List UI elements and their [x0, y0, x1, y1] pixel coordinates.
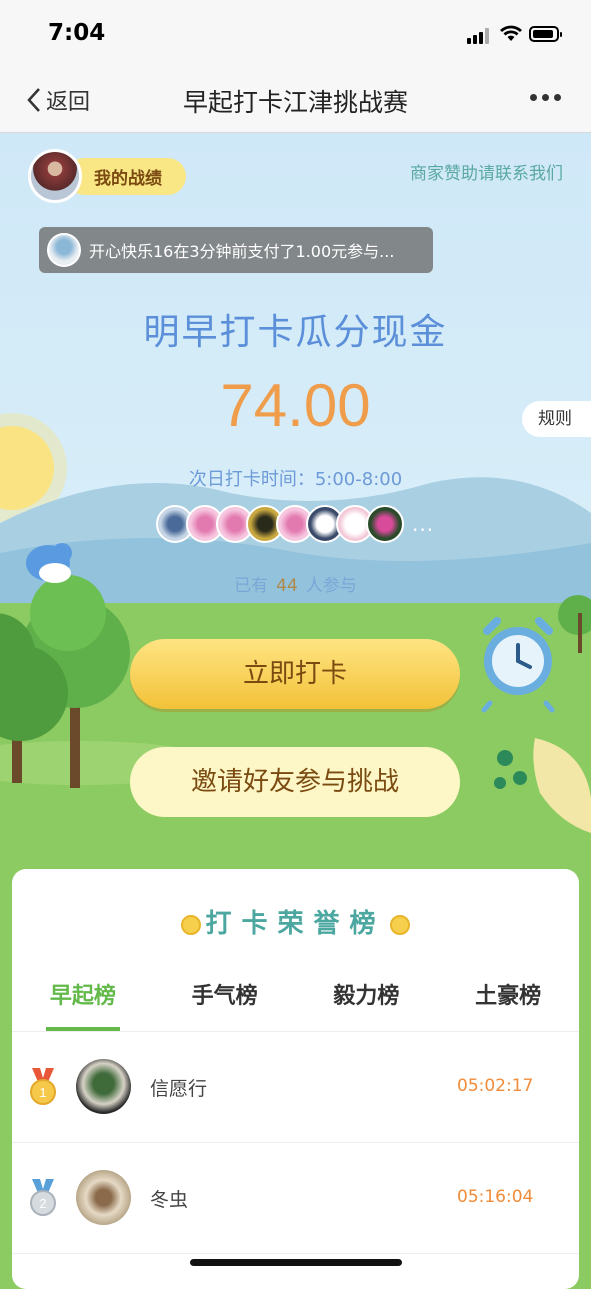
silver-medal-icon: 2 [30, 1179, 56, 1216]
medal-icon [389, 914, 410, 935]
joined-count: 44 [276, 576, 298, 596]
prize-headline: 明早打卡瓜分现金 [143, 312, 448, 353]
joined-suffix: 人参与 [305, 576, 357, 596]
checkin-time-label: 次日打卡时间：5:00-8:00 [188, 469, 403, 490]
ticker-text: 开心快乐16在3分钟前支付了1.00元参与... [89, 242, 395, 261]
tab-tycoon[interactable]: 土豪榜 [437, 973, 579, 1031]
table-row[interactable]: 1 信愿行 05:02:17 [12, 1032, 579, 1143]
leaderboard-card: 打卡荣誉榜 早起榜 手气榜 毅力榜 土豪榜 1 信愿行 05:02:17 2 冬… [12, 869, 579, 1289]
invite-friends-button[interactable]: 邀请好友参与挑战 [130, 747, 460, 817]
page-title: 早起打卡江津挑战赛 [182, 88, 408, 117]
tab-perseverance[interactable]: 毅力榜 [296, 973, 438, 1031]
row-name: 信愿行 [150, 1078, 208, 1100]
leaderboard-title: 打卡荣誉榜 [12, 903, 579, 940]
nav-bar: 返回 早起打卡江津挑战赛 [0, 66, 591, 133]
participant-count: 已有 44 人参与 [0, 571, 591, 596]
tab-luck[interactable]: 手气榜 [154, 973, 296, 1031]
rank-number: 1 [39, 1085, 46, 1100]
status-bar: 7:04 [0, 0, 591, 66]
gold-medal-icon: 1 [30, 1068, 56, 1105]
rules-button[interactable]: 规则 [522, 401, 591, 437]
row-time: 05:02:17 [457, 1076, 534, 1096]
avatar [76, 1059, 131, 1114]
battery-icon [529, 26, 562, 42]
signal-icon [467, 28, 493, 44]
leaderboard-title-text: 打卡荣誉榜 [205, 909, 386, 939]
checkin-button[interactable]: 立即打卡 [130, 639, 460, 709]
payment-ticker: 开心快乐16在3分钟前支付了1.00元参与... [39, 227, 433, 273]
row-time: 05:16:04 [457, 1187, 534, 1207]
prize-amount: 74.00 [220, 372, 371, 439]
sponsor-contact-link[interactable]: 商家赞助请联系我们 [410, 159, 563, 184]
clock: 7:04 [48, 20, 106, 46]
user-avatar [28, 149, 82, 203]
medal-icon [181, 914, 202, 935]
wifi-icon [500, 25, 522, 41]
table-row[interactable]: 2 冬虫 05:16:04 [12, 1143, 579, 1254]
more-icon[interactable] [530, 94, 561, 101]
leaderboard-tabs: 早起榜 手气榜 毅力榜 土豪榜 [12, 973, 579, 1032]
my-record-button[interactable]: 我的战绩 [28, 149, 186, 203]
my-record-label: 我的战绩 [66, 157, 186, 195]
avatar [76, 1170, 131, 1225]
ticker-avatar [47, 233, 81, 267]
home-indicator[interactable] [190, 1259, 402, 1266]
tab-early-rise[interactable]: 早起榜 [12, 973, 154, 1031]
more-participants-icon[interactable]: ... [412, 512, 434, 536]
row-name: 冬虫 [150, 1189, 189, 1211]
participant-avatar [366, 505, 404, 543]
participant-avatars[interactable]: ... [156, 505, 434, 543]
joined-prefix: 已有 [234, 576, 269, 596]
rank-number: 2 [39, 1196, 46, 1211]
challenge-banner: 我的战绩 商家赞助请联系我们 开心快乐16在3分钟前支付了1.00元参与... … [0, 133, 591, 873]
